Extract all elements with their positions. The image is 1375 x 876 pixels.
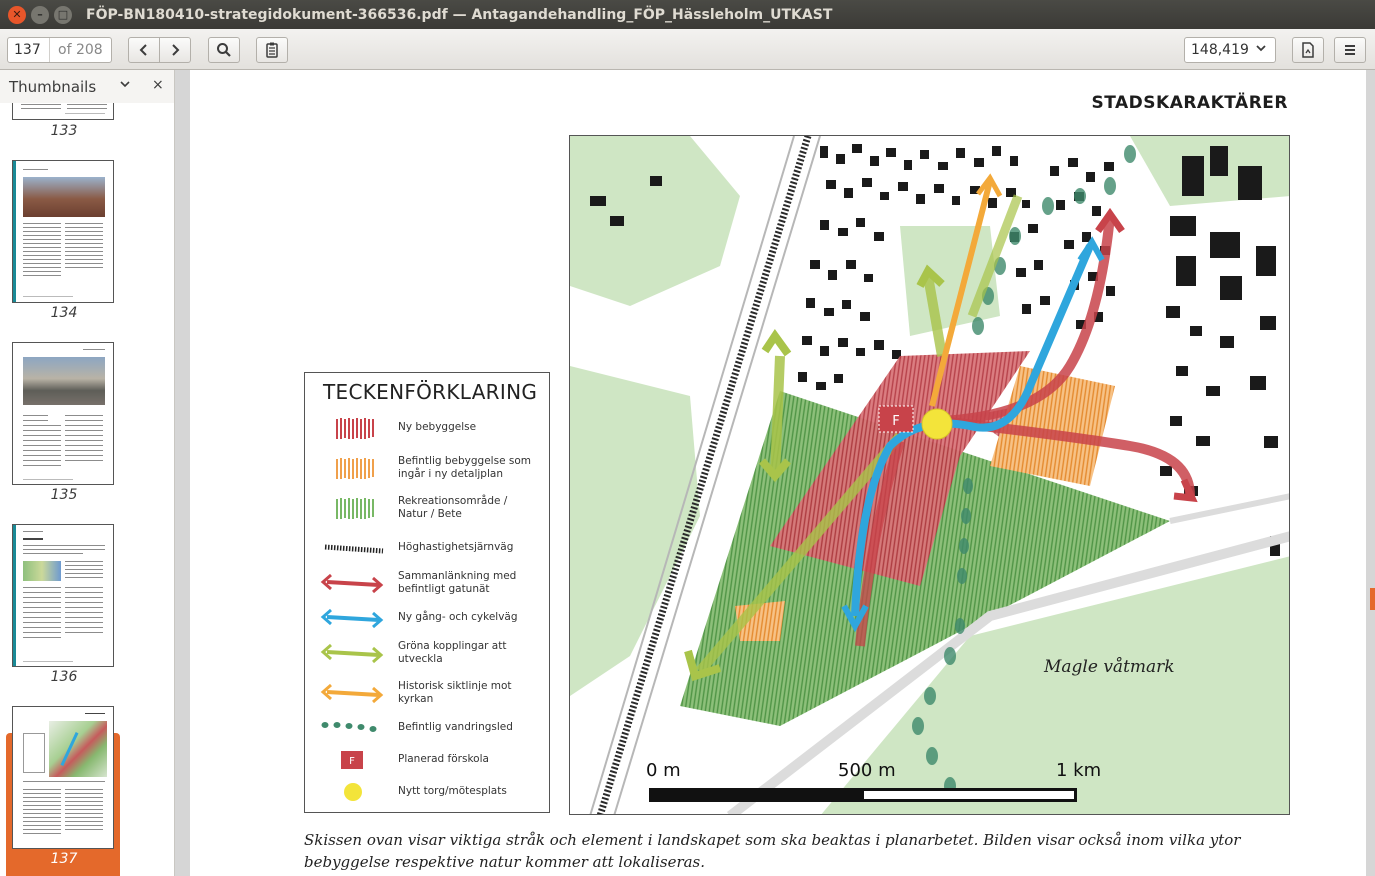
- page-number-field[interactable]: 137 of 208: [7, 37, 112, 63]
- annotate-button[interactable]: [256, 37, 288, 63]
- cycle-path-arrow-icon: [320, 608, 384, 629]
- document-properties-button[interactable]: [1292, 37, 1324, 63]
- preschool-marker-label: F: [892, 414, 899, 429]
- legend-title: TECKENFÖRKLARING: [323, 380, 538, 404]
- plan-map-illustration: F Magle våtmark 0 m 500 m 1 km: [570, 136, 1289, 814]
- minimize-window-button[interactable]: –: [31, 5, 49, 24]
- thumbnail-label: 133: [50, 123, 78, 139]
- legend-label: Befintlig bebyggelse som ingår i ny deta…: [398, 455, 531, 480]
- legend-item: F Planerad förskola: [313, 745, 549, 775]
- legend-label: Ny gång- och cykelväg: [398, 611, 518, 623]
- legend-item: Ny gång- och cykelväg: [313, 603, 549, 633]
- legend-item: Höghastighetsjärnväg: [313, 533, 549, 563]
- square-marker-icon: [344, 783, 362, 801]
- thumbnail-label: 135: [50, 487, 78, 503]
- legend-item: Befintlig bebyggelse som ingår i ny deta…: [313, 453, 549, 483]
- scale-label-0: 0 m: [646, 760, 681, 781]
- sidebar-title: Thumbnails: [9, 77, 97, 96]
- chevron-down-icon: [1255, 42, 1267, 57]
- legend-label: Höghastighetsjärnväg: [398, 541, 514, 553]
- page-heading: STADSKARAKTÄRER: [1091, 93, 1288, 113]
- preschool-marker-icon: F: [341, 751, 363, 769]
- recreation-area-swatch-icon: [336, 498, 374, 519]
- legend-label: Historisk siktlinje mot kyrkan: [398, 680, 512, 705]
- thumbnail-list: 133 134 135 136 137: [0, 103, 175, 876]
- legend-item: Nytt torg/mötesplats: [313, 777, 549, 807]
- thumbnail-label: 134: [50, 305, 78, 321]
- zoom-select[interactable]: 148,419: [1184, 37, 1276, 63]
- menu-button[interactable]: [1334, 37, 1366, 63]
- chevron-left-icon: [139, 44, 147, 56]
- annotate-icon: [266, 42, 278, 58]
- chevron-down-icon[interactable]: [119, 78, 131, 93]
- legend-item: Gröna kopplingar att utveckla: [313, 638, 549, 668]
- legend-label: Rekreationsområde / Natur / Bete: [398, 495, 508, 520]
- new-buildings-swatch-icon: [336, 418, 374, 439]
- figure-caption: Skissen ovan visar viktiga stråk och ele…: [304, 831, 1241, 871]
- svg-text:F: F: [349, 756, 355, 767]
- sightline-arrow-icon: [320, 683, 384, 704]
- legend-label: Planerad förskola: [398, 753, 489, 765]
- toolbar: 137 of 208 148,419: [0, 29, 1375, 70]
- thumbnail-136[interactable]: [12, 524, 114, 667]
- pdf-page: STADSKARAKTÄRER TECKENFÖRKLARING Ny beby…: [190, 70, 1366, 876]
- thumbnail-134[interactable]: [12, 160, 114, 303]
- scale-label-1km: 1 km: [1056, 760, 1101, 781]
- window-title: FÖP-BN180410-strategidokument-366536.pdf…: [86, 6, 833, 23]
- legend-label: Befintlig vandringsled: [398, 721, 513, 733]
- street-link-arrow-icon: [320, 573, 384, 594]
- search-button[interactable]: [208, 37, 240, 63]
- scale-label-500: 500 m: [838, 760, 896, 781]
- close-window-button[interactable]: ✕: [8, 5, 26, 24]
- title-bar: ✕ – □ FÖP-BN180410-strategidokument-3665…: [0, 0, 1375, 29]
- thumbnail-133[interactable]: [12, 103, 114, 120]
- menu-icon: [1345, 45, 1355, 55]
- chevron-right-icon: [172, 44, 180, 56]
- previous-page-button[interactable]: [128, 37, 160, 63]
- legend-item: Befintlig vandringsled: [313, 713, 549, 743]
- green-link-arrow-icon: [320, 643, 384, 664]
- wetland-label: Magle våtmark: [1043, 657, 1175, 677]
- thumbnail-137[interactable]: [12, 706, 114, 849]
- map-legend: TECKENFÖRKLARING Ny bebyggelse Befintlig…: [304, 372, 550, 813]
- legend-label: Sammanlänkning med befintligt gatunät: [398, 570, 517, 595]
- legend-item: Historisk siktlinje mot kyrkan: [313, 678, 549, 708]
- legend-label: Nytt torg/mötesplats: [398, 785, 507, 797]
- legend-label: Ny bebyggelse: [398, 421, 477, 433]
- search-icon: [217, 43, 231, 57]
- thumbnail-label: 136: [50, 669, 78, 685]
- next-page-button[interactable]: [159, 37, 191, 63]
- scroll-position-marker[interactable]: [1370, 588, 1375, 610]
- legend-item: Rekreationsområde / Natur / Bete: [313, 493, 549, 523]
- thumbnail-label: 137: [50, 851, 78, 867]
- legend-item: Ny bebyggelse: [313, 413, 549, 443]
- zoom-value: 148,419: [1191, 42, 1249, 58]
- document-view[interactable]: STADSKARAKTÄRER TECKENFÖRKLARING Ny beby…: [176, 70, 1375, 876]
- document-icon: [1302, 42, 1314, 58]
- plan-map: F Magle våtmark 0 m 500 m 1 km: [569, 135, 1290, 815]
- railway-icon: [324, 544, 384, 554]
- close-icon[interactable]: ×: [152, 77, 164, 93]
- legend-label: Gröna kopplingar att utveckla: [398, 640, 507, 665]
- maximize-window-button[interactable]: □: [54, 5, 72, 24]
- trail-dots-icon: [321, 722, 377, 732]
- thumbnail-135[interactable]: [12, 342, 114, 485]
- total-pages-label: of 208: [58, 42, 103, 58]
- current-page-input[interactable]: 137: [8, 38, 50, 62]
- legend-item: Sammanlänkning med befintligt gatunät: [313, 568, 549, 598]
- sidebar-header: Thumbnails ×: [0, 70, 174, 103]
- existing-buildings-swatch-icon: [336, 458, 374, 479]
- thumbnails-sidebar: Thumbnails × 133 134 135 136 137: [0, 70, 175, 876]
